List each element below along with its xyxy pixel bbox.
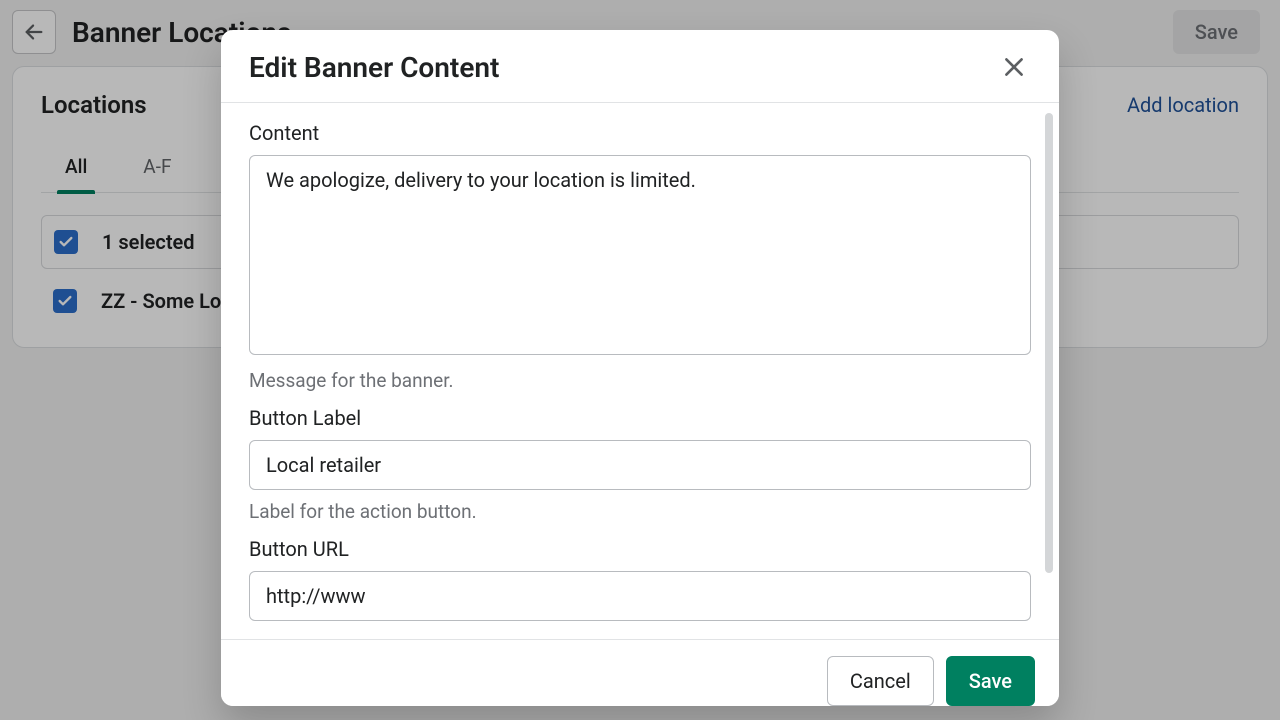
close-icon — [1001, 54, 1027, 80]
edit-banner-modal: Edit Banner Content Content Message for … — [221, 30, 1059, 706]
modal-title: Edit Banner Content — [249, 51, 499, 84]
content-label: Content — [249, 121, 1031, 145]
content-help: Message for the banner. — [249, 369, 1031, 392]
button-label-label: Button Label — [249, 406, 1031, 430]
button-label-input[interactable] — [249, 440, 1031, 490]
button-url-input[interactable] — [249, 571, 1031, 621]
scrollbar[interactable] — [1045, 113, 1053, 573]
button-label-help: Label for the action button. — [249, 500, 1031, 523]
content-textarea[interactable] — [249, 155, 1031, 355]
button-url-label: Button URL — [249, 537, 1031, 561]
close-button[interactable] — [997, 50, 1031, 84]
modal-overlay: Edit Banner Content Content Message for … — [0, 0, 1280, 720]
cancel-button[interactable]: Cancel — [827, 656, 934, 706]
save-button[interactable]: Save — [946, 656, 1035, 706]
